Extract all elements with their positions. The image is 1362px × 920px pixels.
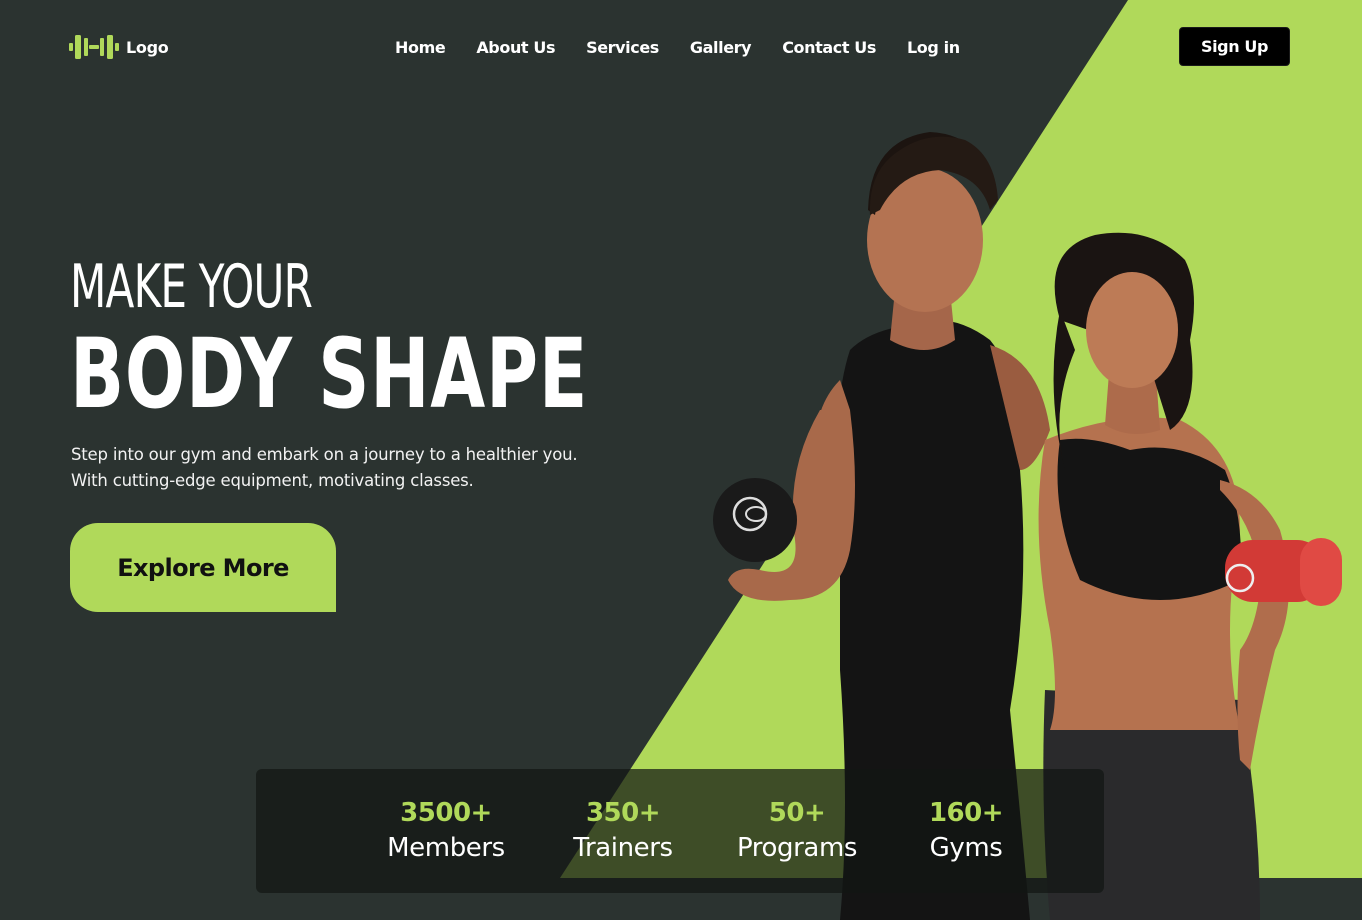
nav-about-us[interactable]: About Us <box>476 38 555 57</box>
stat-number: 50+ <box>768 798 826 828</box>
nav-contact-us[interactable]: Contact Us <box>782 38 876 57</box>
explore-more-button[interactable]: Explore More <box>70 523 336 612</box>
stat-gyms: 160+ Gyms <box>924 797 1008 867</box>
nav-log-in[interactable]: Log in <box>907 38 960 57</box>
stat-label: Members <box>387 833 505 863</box>
stat-label: Trainers <box>573 833 673 863</box>
nav-gallery[interactable]: Gallery <box>690 38 752 57</box>
sign-up-button[interactable]: Sign Up <box>1179 27 1290 66</box>
stat-number: 3500+ <box>400 798 492 828</box>
stat-members: 3500+ Members <box>382 797 510 867</box>
stat-number: 160+ <box>928 798 1004 828</box>
logo-text: Logo <box>126 37 169 57</box>
hero-title-line1: MAKE YOUR <box>70 252 313 322</box>
stat-trainers: 350+ Trainers <box>567 797 679 867</box>
stat-label: Programs <box>736 833 858 863</box>
dumbbell-icon <box>69 35 119 59</box>
stat-label: Gyms <box>929 833 1003 863</box>
logo[interactable]: Logo <box>68 32 169 62</box>
stat-number: 350+ <box>585 798 661 828</box>
stats-bar: 3500+ Members 350+ Trainers 50+ Programs… <box>256 769 1104 893</box>
nav-home[interactable]: Home <box>395 38 446 57</box>
nav-services[interactable]: Services <box>586 38 659 57</box>
stat-programs: 50+ Programs <box>730 797 864 867</box>
main-nav: Home About Us Services Gallery Contact U… <box>395 38 960 57</box>
hero-title-line2: BODY SHAPE <box>70 318 589 430</box>
hero-description: Step into our gym and embark on a journe… <box>71 445 578 490</box>
